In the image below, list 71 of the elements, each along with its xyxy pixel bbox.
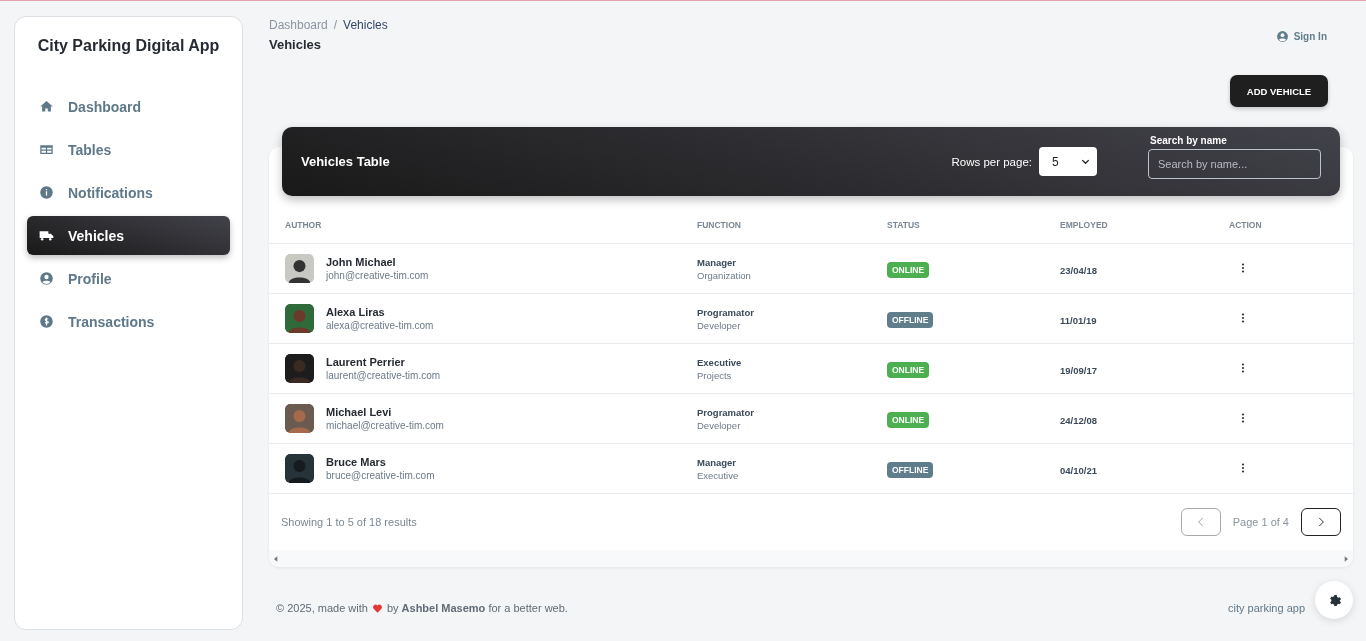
breadcrumb-link[interactable]: Dashboard — [269, 18, 328, 32]
rows-per-page-select[interactable]: 5 — [1039, 147, 1097, 176]
function-title: Executive — [697, 356, 743, 368]
column-header: FUNCTION — [697, 206, 887, 244]
author-name: John Michael — [326, 256, 397, 268]
footer-text: © 2025, made with — [276, 602, 368, 614]
horizontal-scrollbar[interactable] — [269, 550, 1353, 567]
sidebar-item[interactable]: Vehicles — [27, 216, 230, 255]
page-info: Page 1 of 4 — [1232, 516, 1289, 528]
column-header: STATUS — [887, 206, 1060, 244]
status-badge: OFFLINE — [887, 312, 934, 328]
status-badge: ONLINE — [887, 412, 930, 428]
function-title: Programator — [697, 406, 755, 418]
info-icon — [39, 185, 54, 200]
settings-button[interactable] — [1315, 581, 1353, 619]
function-department: Executive — [697, 469, 740, 481]
author-name: Alexa Liras — [326, 306, 386, 318]
sidebar-item[interactable]: Notifications — [27, 173, 230, 212]
search-label: Search by name — [1149, 134, 1228, 147]
search-field[interactable]: Search by name... — [1148, 148, 1321, 179]
page-title: Vehicles — [269, 37, 323, 52]
heart-icon — [371, 602, 383, 614]
breadcrumb-current: Vehicles — [343, 18, 388, 32]
sidebar-item[interactable]: Tables — [27, 130, 230, 169]
user-icon — [39, 271, 54, 286]
dollar-icon — [39, 314, 54, 329]
column-header: AUTHOR — [269, 206, 697, 244]
user-icon — [1275, 29, 1289, 43]
author-name: Bruce Mars — [326, 456, 387, 468]
app-title: City Parking Digital App — [36, 37, 221, 55]
employed-date: 04/10/21 — [1060, 464, 1097, 476]
scroll-left-icon — [272, 554, 280, 563]
author-email: michael@creative-tim.com — [326, 420, 444, 431]
scroll-right-icon — [1342, 554, 1350, 563]
function-title: Programator — [697, 306, 755, 318]
sidebar-item[interactable]: Transactions — [27, 302, 230, 341]
rows-per-page-label: Rows per page: — [951, 155, 1032, 168]
sign-in-button[interactable]: Sign In — [1275, 29, 1327, 43]
function-department: Projects — [697, 369, 733, 381]
employed-date: 24/12/08 — [1060, 414, 1097, 426]
truck-icon — [39, 228, 54, 243]
status-badge: ONLINE — [887, 262, 930, 278]
author-email: alexa@creative-tim.com — [326, 320, 434, 331]
function-title: Manager — [697, 456, 738, 468]
employed-date: 11/01/19 — [1060, 314, 1097, 326]
author-email: bruce@creative-tim.com — [326, 470, 435, 481]
column-header: EMPLOYED — [1060, 206, 1229, 244]
status-badge: OFFLINE — [887, 462, 934, 478]
table-title: Vehicles Table — [301, 154, 391, 169]
employed-date: 19/09/17 — [1060, 364, 1097, 376]
add-vehicle-button[interactable]: ADD VEHICLE — [1230, 75, 1328, 107]
table-icon — [39, 142, 54, 157]
function-department: Organization — [697, 269, 752, 281]
footer-link[interactable]: city parking app — [1227, 602, 1305, 614]
breadcrumb-separator: / — [333, 18, 338, 32]
author-name: Michael Levi — [326, 406, 393, 418]
function-title: Manager — [697, 256, 738, 268]
author-email: laurent@creative-tim.com — [326, 370, 441, 381]
function-department: Developer — [697, 419, 742, 431]
home-icon — [39, 99, 54, 114]
footer-credit: by Ashbel Masemo for a better web. — [386, 602, 568, 614]
sidebar-item[interactable]: Profile — [27, 259, 230, 298]
author-name: Laurent Perrier — [326, 356, 406, 368]
column-header: ACTION — [1229, 206, 1353, 244]
sidebar-item[interactable]: Dashboard — [27, 87, 230, 126]
function-department: Developer — [697, 319, 742, 331]
next-page-button[interactable] — [1301, 508, 1341, 536]
status-badge: ONLINE — [887, 362, 930, 378]
author-email: john@creative-tim.com — [326, 270, 429, 281]
results-summary: Showing 1 to 5 of 18 results — [281, 516, 418, 528]
employed-date: 23/04/18 — [1060, 264, 1097, 276]
